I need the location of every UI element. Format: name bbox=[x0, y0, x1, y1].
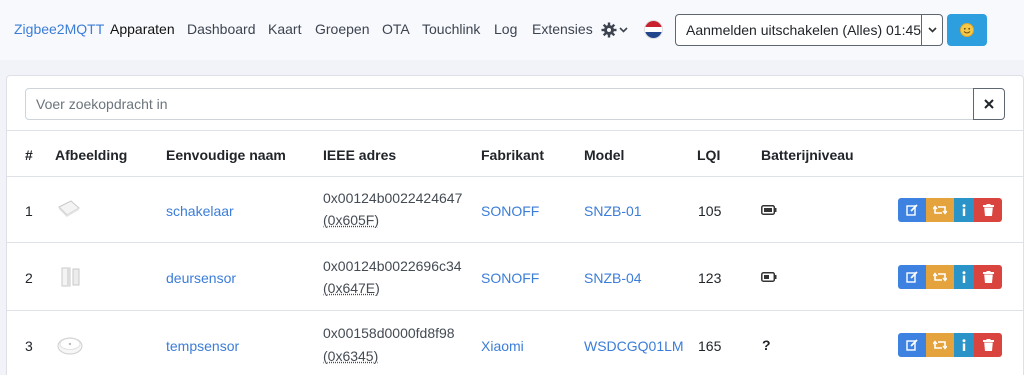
delete-button[interactable] bbox=[974, 333, 1002, 357]
column-header-battery[interactable]: Batterijniveau bbox=[761, 147, 854, 163]
lqi-value: 123 bbox=[698, 270, 722, 286]
divider bbox=[7, 242, 1023, 243]
theme-toggle-button[interactable] bbox=[947, 14, 987, 46]
edit-button[interactable] bbox=[898, 198, 926, 222]
permit-join-button[interactable]: Aanmelden uitschakelen (Alles) 01:45 bbox=[676, 15, 921, 45]
retweet-icon bbox=[933, 205, 947, 215]
device-image-temp-sensor bbox=[57, 337, 83, 355]
battery-unknown: ? bbox=[762, 337, 771, 353]
column-header-name[interactable]: Eenvoudige naam bbox=[166, 147, 286, 163]
edit-button[interactable] bbox=[898, 333, 926, 357]
row-index: 1 bbox=[25, 203, 33, 219]
lqi-value: 105 bbox=[698, 203, 722, 219]
reconfigure-button[interactable] bbox=[926, 333, 954, 357]
column-header-vendor[interactable]: Fabrikant bbox=[481, 147, 544, 163]
ieee-address: 0x00158d0000fd8f98 bbox=[323, 325, 455, 341]
info-icon bbox=[962, 203, 966, 216]
device-name-link[interactable]: tempsensor bbox=[166, 338, 239, 354]
column-header-lqi[interactable]: LQI bbox=[697, 147, 720, 163]
nav-log[interactable]: Log bbox=[494, 21, 517, 37]
device-image-switch bbox=[58, 200, 80, 217]
sun-face-icon bbox=[960, 23, 974, 37]
chevron-down-icon bbox=[619, 27, 628, 33]
divider bbox=[7, 310, 1023, 311]
chevron-down-icon bbox=[927, 27, 937, 33]
nav-groepen[interactable]: Groepen bbox=[315, 21, 369, 37]
edit-button[interactable] bbox=[898, 265, 926, 289]
edit-icon bbox=[906, 271, 918, 283]
battery-icon bbox=[761, 272, 777, 282]
info-button[interactable] bbox=[954, 333, 974, 357]
network-address: (0x605F) bbox=[323, 212, 380, 228]
close-icon bbox=[984, 99, 994, 109]
settings-dropdown[interactable] bbox=[601, 21, 631, 39]
network-address: (0x647E) bbox=[323, 280, 380, 296]
row-index: 3 bbox=[25, 338, 33, 354]
permit-join-dropdown[interactable]: Aanmelden uitschakelen (Alles) 01:45 bbox=[675, 14, 943, 46]
battery-icon bbox=[761, 205, 777, 215]
divider bbox=[7, 176, 1023, 177]
delete-button[interactable] bbox=[974, 265, 1002, 289]
device-name-link[interactable]: deursensor bbox=[166, 270, 236, 286]
info-button[interactable] bbox=[954, 265, 974, 289]
trash-icon bbox=[982, 271, 994, 283]
vendor-link[interactable]: Xiaomi bbox=[481, 338, 524, 354]
device-name-link[interactable]: schakelaar bbox=[166, 203, 234, 219]
lqi-value: 165 bbox=[698, 338, 722, 354]
permit-join-caret[interactable] bbox=[921, 15, 942, 45]
nav-apparaten[interactable]: Apparaten bbox=[110, 21, 175, 37]
vendor-link[interactable]: SONOFF bbox=[481, 270, 539, 286]
clear-search-button[interactable] bbox=[973, 88, 1005, 120]
info-icon bbox=[962, 270, 966, 283]
retweet-icon bbox=[933, 340, 947, 350]
column-header-image[interactable]: Afbeelding bbox=[55, 147, 127, 163]
nav-kaart[interactable]: Kaart bbox=[268, 21, 301, 37]
nav-ota[interactable]: OTA bbox=[382, 21, 410, 37]
search-input[interactable] bbox=[25, 88, 974, 120]
nav-extensies[interactable]: Extensies bbox=[532, 21, 593, 37]
delete-button[interactable] bbox=[974, 198, 1002, 222]
edit-icon bbox=[906, 204, 918, 216]
gear-icon bbox=[601, 22, 617, 38]
info-button[interactable] bbox=[954, 198, 974, 222]
device-image-door-sensor bbox=[61, 267, 80, 287]
reconfigure-button[interactable] bbox=[926, 265, 954, 289]
column-header-ieee[interactable]: IEEE adres bbox=[323, 147, 396, 163]
network-address: (0x6345) bbox=[323, 348, 379, 364]
column-header-index[interactable]: # bbox=[25, 147, 33, 163]
navbar: Zigbee2MQTT Apparaten Dashboard Kaart Gr… bbox=[0, 0, 1024, 60]
ieee-address: 0x00124b0022696c34 bbox=[323, 258, 462, 274]
model-link[interactable]: SNZB-04 bbox=[584, 270, 642, 286]
divider bbox=[7, 130, 1023, 131]
trash-icon bbox=[982, 204, 994, 216]
nav-touchlink[interactable]: Touchlink bbox=[422, 21, 480, 37]
netherlands-flag-icon[interactable] bbox=[644, 20, 663, 39]
brand-link[interactable]: Zigbee2MQTT bbox=[14, 21, 104, 37]
edit-icon bbox=[906, 339, 918, 351]
devices-card: # Afbeelding Eenvoudige naam IEEE adres … bbox=[6, 75, 1024, 375]
info-icon bbox=[962, 338, 966, 351]
model-link[interactable]: SNZB-01 bbox=[584, 203, 642, 219]
row-index: 2 bbox=[25, 270, 33, 286]
vendor-link[interactable]: SONOFF bbox=[481, 203, 539, 219]
column-header-model[interactable]: Model bbox=[584, 147, 624, 163]
nav-dashboard[interactable]: Dashboard bbox=[187, 21, 256, 37]
retweet-icon bbox=[933, 272, 947, 282]
trash-icon bbox=[982, 339, 994, 351]
reconfigure-button[interactable] bbox=[926, 198, 954, 222]
ieee-address: 0x00124b0022424647 bbox=[323, 190, 463, 206]
model-link[interactable]: WSDCGQ01LM bbox=[584, 338, 684, 354]
